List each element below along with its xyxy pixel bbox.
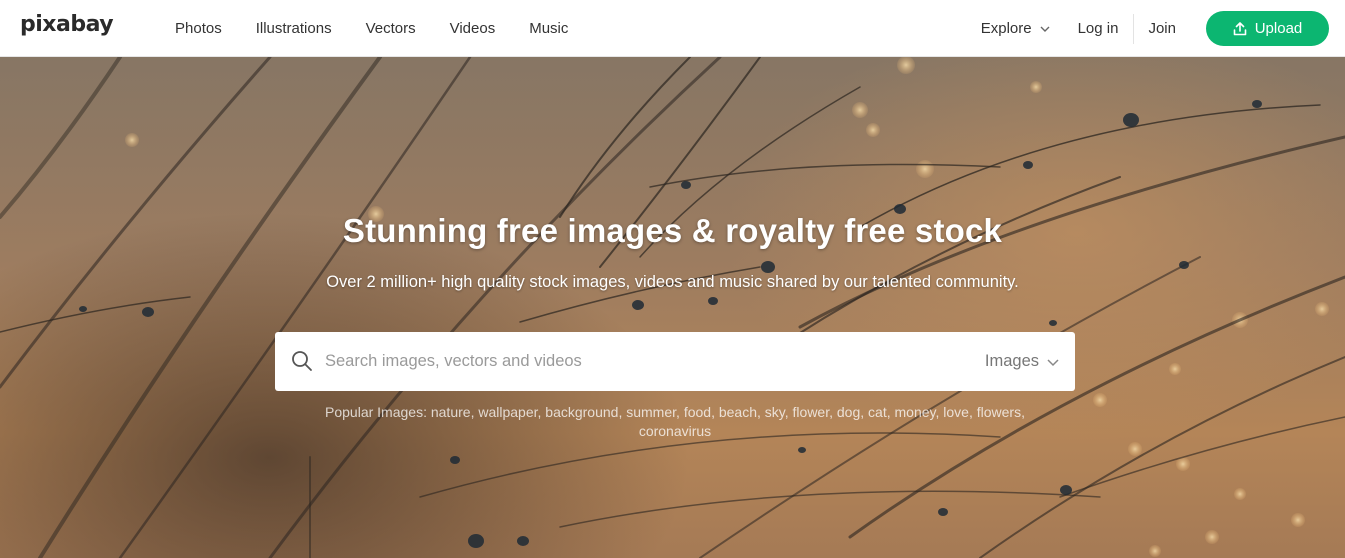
popular-tag[interactable]: cat	[868, 404, 887, 420]
pixabay-logo[interactable]: pixabay	[20, 12, 114, 37]
popular-tag[interactable]: nature	[431, 404, 471, 420]
upload-button[interactable]: Upload	[1206, 11, 1329, 46]
join-link[interactable]: Join	[1148, 20, 1176, 37]
popular-tag[interactable]: beach	[719, 404, 757, 420]
upload-icon	[1233, 21, 1247, 35]
explore-menu[interactable]: Explore	[981, 20, 1050, 37]
upload-label: Upload	[1254, 20, 1303, 37]
popular-tag[interactable]: flower	[793, 404, 830, 420]
search-bar: Images	[275, 332, 1075, 391]
popular-tag[interactable]: food	[684, 404, 711, 420]
search-icon[interactable]	[291, 350, 313, 372]
nav-illustrations[interactable]: Illustrations	[256, 20, 332, 37]
popular-tag[interactable]: background	[545, 404, 618, 420]
account-nav: Explore Log in Join Upload	[981, 0, 1345, 57]
popular-tag[interactable]: sky	[765, 404, 785, 420]
chevron-down-icon	[1040, 26, 1050, 32]
nav-photos[interactable]: Photos	[175, 20, 222, 37]
nav-videos[interactable]: Videos	[450, 20, 496, 37]
top-navbar: pixabay Photos Illustrations Vectors Vid…	[0, 0, 1345, 57]
nav-vectors[interactable]: Vectors	[366, 20, 416, 37]
main-nav: Photos Illustrations Vectors Videos Musi…	[175, 0, 602, 57]
chevron-down-icon	[1047, 358, 1059, 366]
hero-title: Stunning free images & royalty free stoc…	[342, 212, 1003, 249]
popular-tag[interactable]: summer	[626, 404, 676, 420]
search-type-label: Images	[984, 352, 1039, 370]
popular-tag[interactable]: dog	[837, 404, 860, 420]
popular-tags: Popular Images: nature, wallpaper, backg…	[325, 404, 1025, 439]
hero-content: Stunning free images & royalty free stoc…	[0, 57, 1345, 558]
popular-tag[interactable]: money	[895, 404, 936, 420]
popular-tag[interactable]: coronavirus	[639, 423, 711, 439]
hero-banner: Stunning free images & royalty free stoc…	[0, 57, 1345, 558]
search-input[interactable]	[325, 332, 965, 391]
nav-music[interactable]: Music	[529, 20, 568, 37]
popular-tag[interactable]: love	[943, 404, 969, 420]
popular-label: Popular Images:	[325, 404, 427, 420]
explore-label: Explore	[980, 20, 1032, 37]
search-type-dropdown[interactable]: Images	[985, 332, 1059, 391]
hero-subtitle: Over 2 million+ high quality stock image…	[326, 273, 1019, 291]
login-link[interactable]: Log in	[1078, 13, 1135, 44]
popular-tag[interactable]: wallpaper	[478, 404, 537, 420]
popular-tag[interactable]: flowers	[977, 404, 1021, 420]
